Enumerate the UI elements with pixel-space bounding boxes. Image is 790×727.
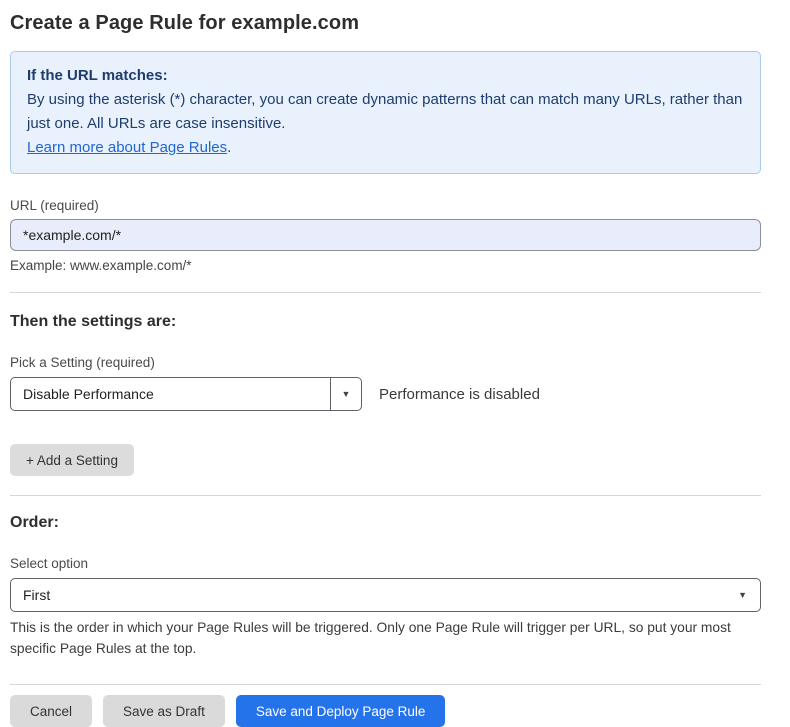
divider [10,495,761,496]
settings-section-heading: Then the settings are: [10,313,761,331]
info-box-link-line: Learn more about Page Rules. [27,136,744,160]
link-suffix: . [227,139,231,156]
setting-select-value: Disable Performance [11,386,330,402]
info-box-heading: If the URL matches: [27,64,744,88]
divider [10,684,761,685]
setting-row: Disable Performance ▼ Performance is dis… [10,377,761,411]
divider [10,292,761,293]
save-and-deploy-button[interactable]: Save and Deploy Page Rule [236,695,446,727]
order-select-value: First [11,587,738,603]
setting-select-arrow-button[interactable]: ▼ [330,378,361,410]
url-input[interactable] [10,219,761,251]
page-title: Create a Page Rule for example.com [10,12,761,35]
setting-select[interactable]: Disable Performance ▼ [10,377,362,411]
learn-more-link[interactable]: Learn more about Page Rules [27,139,227,156]
info-box-body: By using the asterisk (*) character, you… [27,88,744,136]
url-field-label: URL (required) [10,198,761,213]
caret-down-icon: ▼ [342,390,351,399]
setting-status-text: Performance is disabled [379,386,540,403]
order-section-heading: Order: [10,514,761,532]
add-setting-button[interactable]: + Add a Setting [10,444,134,476]
url-match-info-box: If the URL matches: By using the asteris… [10,51,761,174]
cancel-button[interactable]: Cancel [10,695,92,727]
create-page-rule-form: Create a Page Rule for example.com If th… [0,0,790,727]
order-select[interactable]: First ▼ [10,578,761,612]
form-actions: Cancel Save as Draft Save and Deploy Pag… [10,695,761,727]
order-select-label: Select option [10,556,761,571]
save-as-draft-button[interactable]: Save as Draft [103,695,225,727]
caret-down-icon: ▼ [738,591,760,600]
pick-setting-label: Pick a Setting (required) [10,355,761,370]
order-help-text: This is the order in which your Page Rul… [10,617,761,659]
url-example-text: Example: www.example.com/* [10,258,761,273]
